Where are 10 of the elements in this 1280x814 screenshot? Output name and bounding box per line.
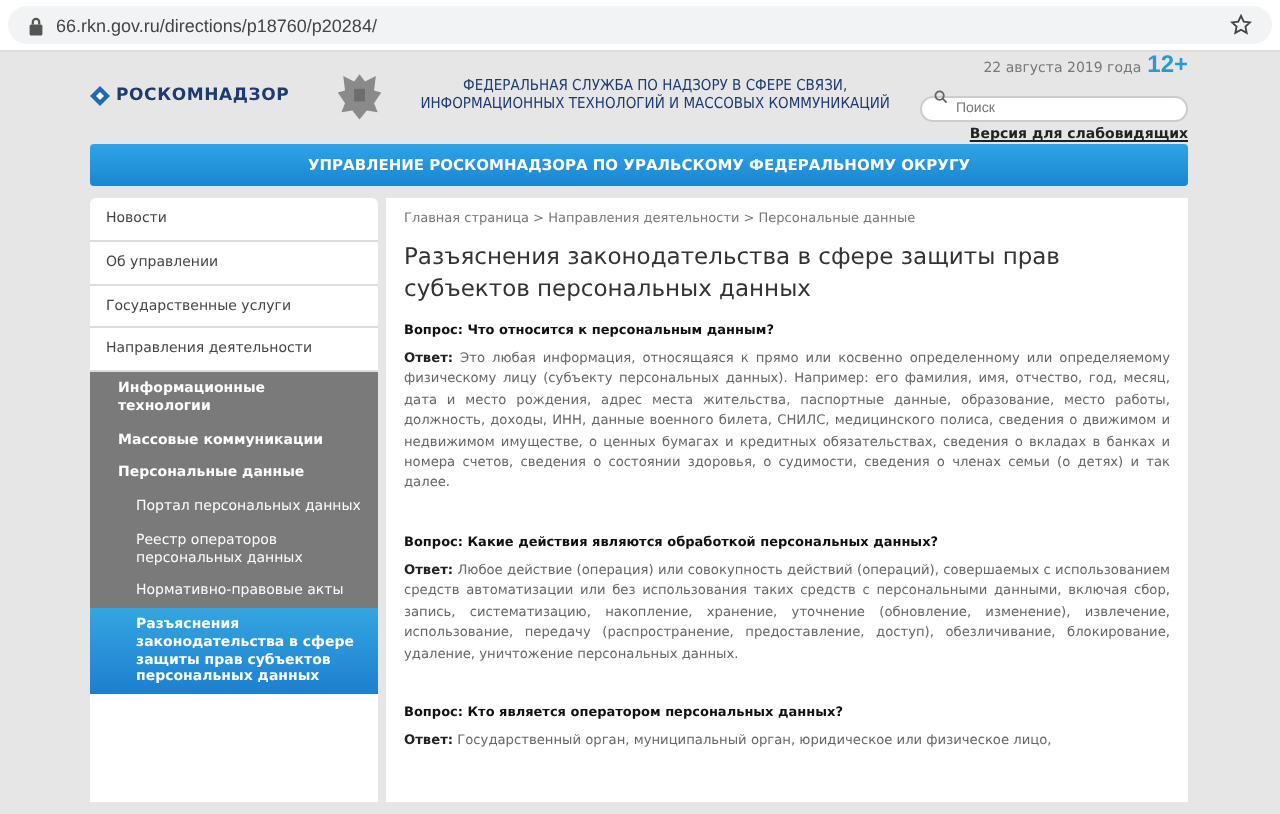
page-title: Разъяснения законодательства в сфере защиты прав субъектов персональных данных bbox=[404, 242, 1062, 305]
age-rating: 12+ bbox=[1147, 50, 1188, 78]
lock-icon bbox=[28, 15, 44, 35]
address-bar[interactable]: 66.rkn.gov.ru/directions/p18760/p20284/ bbox=[8, 6, 1272, 44]
emblem-drawing bbox=[335, 70, 383, 122]
url-text: 66.rkn.gov.ru/directions/p18760/p20284/ bbox=[56, 15, 379, 35]
search-icon bbox=[934, 90, 948, 104]
star-icon[interactable] bbox=[1230, 14, 1252, 36]
logo-icon bbox=[90, 86, 110, 106]
logo-text[interactable]: РОСКОМНАДЗОР bbox=[116, 86, 290, 106]
